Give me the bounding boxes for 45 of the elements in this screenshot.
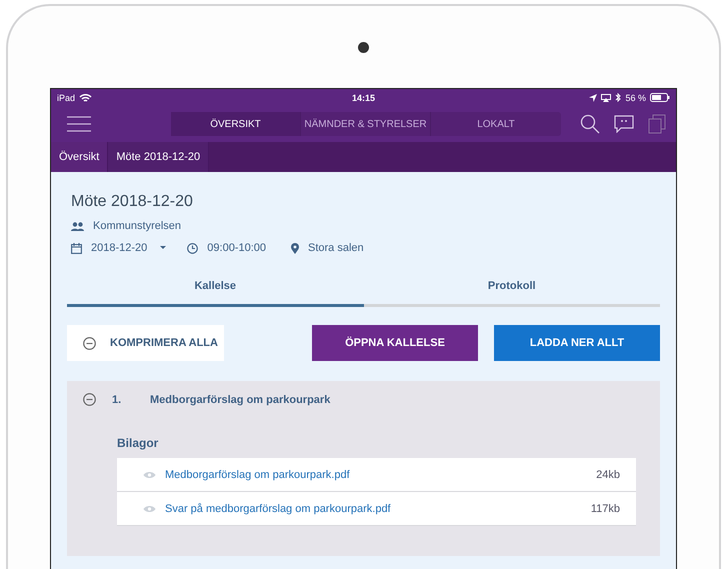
meeting-location: Stora salen: [308, 242, 364, 254]
attachment-row[interactable]: Svar på medborgarförslag om parkourpark.pdf 117kb: [117, 492, 636, 526]
camera-dot: [358, 42, 369, 53]
breadcrumb-item[interactable]: Möte 2018-12-20: [108, 142, 210, 172]
device-name: iPad: [57, 92, 76, 102]
minus-circle-icon: [83, 336, 96, 350]
committee-name: Kommunstyrelsen: [93, 220, 182, 232]
clock-icon: [187, 242, 198, 254]
attachments-heading: Bilagor: [117, 436, 160, 450]
battery-percent: 56 %: [625, 92, 646, 102]
location-pin-icon: [291, 242, 299, 254]
search-icon[interactable]: [580, 114, 600, 134]
people-icon: [71, 222, 84, 230]
attachment-link[interactable]: Svar på medborgarförslag om parkourpark.pdf: [165, 502, 391, 514]
eye-icon: [143, 470, 156, 478]
section-tab[interactable]: ÖVERSIKT: [171, 112, 301, 136]
caret-icon[interactable]: [160, 246, 166, 250]
download-all-button[interactable]: LADDA NER ALLT: [494, 325, 660, 361]
airplay-icon: [601, 94, 612, 102]
meeting-title: Möte 2018-12-20: [71, 193, 194, 211]
chat-bubble-icon[interactable]: [614, 115, 634, 133]
clock-time: 14:15: [352, 92, 376, 102]
meeting-date: 2018-12-20: [91, 242, 148, 254]
open-notice-button[interactable]: ÖPPNA KALLELSE: [312, 325, 478, 361]
breadcrumb-item[interactable]: Översikt: [51, 142, 108, 172]
agenda-number: 1.: [112, 394, 122, 406]
battery-icon: [650, 93, 670, 102]
section-tab[interactable]: LOKALT: [431, 112, 561, 136]
minus-circle-icon[interactable]: [83, 393, 96, 406]
menu-icon[interactable]: [67, 116, 91, 132]
section-tab[interactable]: NÄMNDER & STYRELSER: [301, 112, 431, 136]
location-arrow-icon: [589, 94, 598, 102]
document-tab[interactable]: Protokoll: [364, 280, 660, 307]
attachment-row[interactable]: Medborgarförslag om parkourpark.pdf 24kb: [117, 458, 636, 492]
attachment-link[interactable]: Medborgarförslag om parkourpark.pdf: [165, 468, 350, 480]
calendar-icon: [71, 242, 82, 254]
file-size: 24kb: [596, 468, 620, 480]
eye-icon: [143, 504, 156, 512]
agenda-title: Medborgarförslag om parkourpark: [150, 394, 330, 406]
collapse-all-button[interactable]: KOMPRIMERA ALLA: [67, 325, 224, 361]
meeting-time: 09:00-10:00: [207, 242, 266, 254]
bluetooth-icon: [615, 93, 622, 102]
document-tab[interactable]: Kallelse: [67, 280, 364, 307]
file-size: 117kb: [590, 502, 620, 514]
wifi-icon: [79, 92, 92, 102]
